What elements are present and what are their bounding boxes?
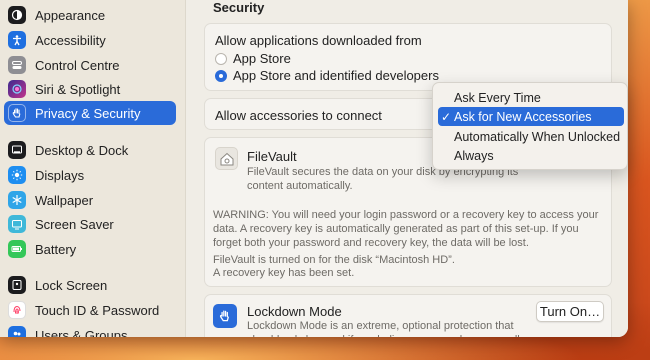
filevault-warning: WARNING: You will need your login passwo… <box>213 209 599 249</box>
fingerprint-icon <box>8 301 26 319</box>
filevault-title: FileVault <box>247 149 297 164</box>
snowflake-icon <box>8 191 26 209</box>
sidebar-item-label: Touch ID & Password <box>35 302 160 318</box>
sidebar-item-users-groups[interactable]: Users & Groups <box>4 323 176 337</box>
radio-app-store[interactable]: App Store <box>215 51 291 66</box>
sidebar-item-label: Desktop & Dock <box>35 142 129 158</box>
accessibility-icon <box>8 31 26 49</box>
lockdown-description: Lockdown Mode is an extreme, optional pr… <box>247 320 525 337</box>
sidebar-item-accessibility[interactable]: Accessibility <box>4 28 176 52</box>
sidebar-item-label: Screen Saver <box>35 216 114 232</box>
sidebar-item-label: Displays <box>35 167 85 183</box>
sidebar: Appearance Accessibility Control Centre … <box>0 0 186 337</box>
filevault-house-icon <box>215 147 238 170</box>
radio-label: App Store and identified developers <box>233 68 439 83</box>
lockdown-card: Lockdown Mode Lockdown Mode is an extrem… <box>204 294 612 337</box>
turn-on-lockdown-button[interactable]: Turn On… <box>536 301 604 322</box>
sidebar-item-label: Battery <box>35 241 77 257</box>
radio-button-selected[interactable] <box>215 69 227 82</box>
sidebar-item-appearance[interactable]: Appearance <box>4 3 176 27</box>
menu-item-label: Automatically When Unlocked <box>454 129 621 144</box>
sidebar-item-battery[interactable]: Battery <box>4 237 176 261</box>
sidebar-item-privacy-security[interactable]: Privacy & Security <box>4 101 176 125</box>
sidebar-item-label: Control Centre <box>35 57 120 73</box>
menu-item-label: Always <box>454 148 494 163</box>
sidebar-item-desktop-dock[interactable]: Desktop & Dock <box>4 138 176 162</box>
lockdown-hand-icon <box>213 304 237 328</box>
sidebar-item-control-centre[interactable]: Control Centre <box>4 53 176 77</box>
checkmark-icon: ✓ <box>441 109 452 124</box>
siri-icon <box>8 80 26 98</box>
sidebar-item-wallpaper[interactable]: Wallpaper <box>4 188 176 212</box>
sidebar-item-screen-saver[interactable]: Screen Saver <box>4 212 176 236</box>
sun-icon <box>8 166 26 184</box>
menu-item-label: Ask Every Time <box>454 90 541 105</box>
users-icon <box>8 326 26 337</box>
menu-item-always[interactable]: Always <box>438 146 624 165</box>
sidebar-item-touch-id-password[interactable]: Touch ID & Password <box>4 298 176 322</box>
menu-item-ask-every-time[interactable]: Ask Every Time <box>438 88 624 107</box>
accessories-dropdown-menu: Ask Every Time ✓ Ask for New Accessories… <box>432 82 628 170</box>
control-centre-icon <box>8 56 26 74</box>
lock-screen-icon <box>8 276 26 294</box>
radio-app-store-identified[interactable]: App Store and identified developers <box>215 68 439 83</box>
sidebar-item-label: Accessibility <box>35 32 106 48</box>
downloads-heading: Allow applications downloaded from <box>215 33 422 48</box>
menu-item-label: Ask for New Accessories <box>454 109 592 124</box>
hand-icon <box>8 104 26 122</box>
battery-icon <box>8 240 26 258</box>
dock-icon <box>8 141 26 159</box>
filevault-status-recovery: A recovery key has been set. <box>213 267 355 279</box>
sidebar-item-siri-spotlight[interactable]: Siri & Spotlight <box>4 77 176 101</box>
radio-label: App Store <box>233 51 291 66</box>
sidebar-item-label: Wallpaper <box>35 192 94 208</box>
sidebar-item-label: Users & Groups <box>35 327 128 338</box>
downloads-card: Allow applications downloaded from App S… <box>204 23 612 91</box>
accessories-label: Allow accessories to connect <box>215 108 382 123</box>
sidebar-item-label: Privacy & Security <box>35 105 141 121</box>
menu-item-automatically-when-unlocked[interactable]: Automatically When Unlocked <box>438 127 624 146</box>
radio-button[interactable] <box>215 52 227 65</box>
sidebar-item-lock-screen[interactable]: Lock Screen <box>4 273 176 297</box>
lockdown-title: Lockdown Mode <box>247 304 342 319</box>
section-title: Security <box>213 0 265 15</box>
filevault-status-disk: FileVault is turned on for the disk “Mac… <box>213 254 455 266</box>
appearance-icon <box>8 6 26 24</box>
sidebar-item-label: Lock Screen <box>35 277 108 293</box>
menu-item-ask-for-new-accessories[interactable]: ✓ Ask for New Accessories <box>438 107 624 126</box>
sidebar-item-displays[interactable]: Displays <box>4 163 176 187</box>
sidebar-item-label: Siri & Spotlight <box>35 81 121 97</box>
screen-saver-icon <box>8 215 26 233</box>
sidebar-item-label: Appearance <box>35 7 106 23</box>
